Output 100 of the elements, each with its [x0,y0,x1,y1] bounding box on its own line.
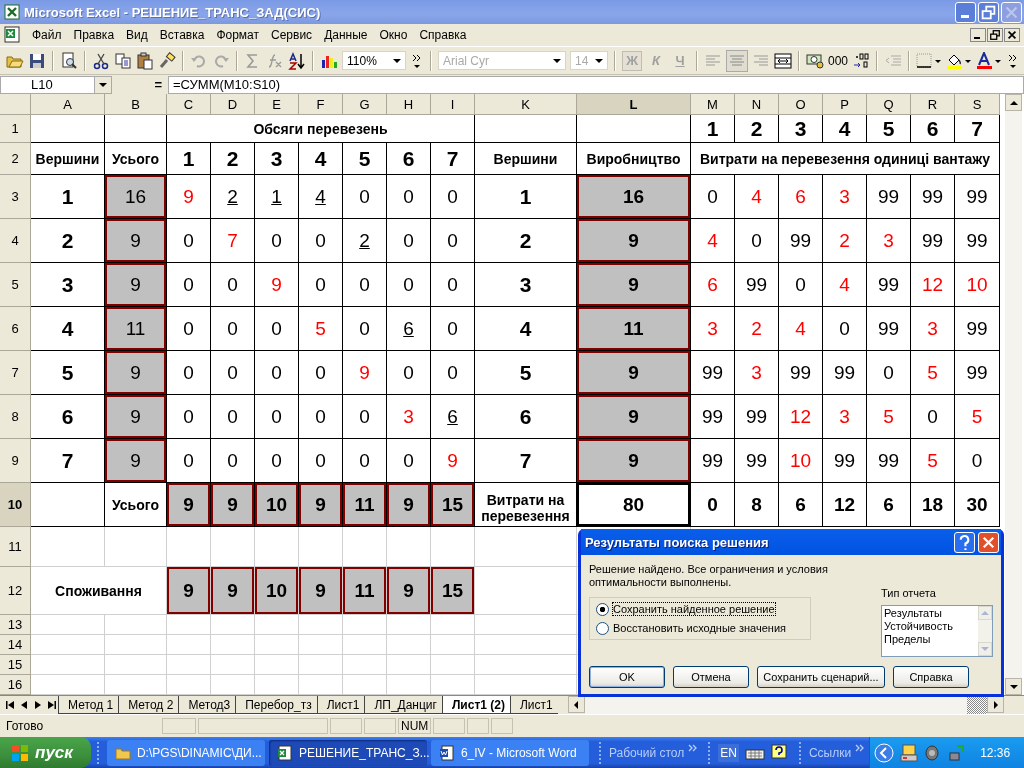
language-indicator[interactable]: EN [718,743,739,762]
sheet-tab[interactable]: Лист1 [316,696,365,714]
table-cell: 5 [867,395,911,439]
desktop-toolbar-label[interactable]: Рабочий стол [608,745,685,760]
list-item[interactable]: Пределы [884,633,976,646]
option-label[interactable]: Сохранить найденное решение [612,602,776,616]
table-cell: 4 [735,175,779,219]
row-header[interactable]: 3 [0,175,31,219]
column-header[interactable]: I [431,94,475,115]
table-cell: 0 [211,351,255,395]
sheet-tab[interactable]: Метод 2 [118,696,179,714]
table-cell: 18 [911,483,955,527]
clock: 12:36 [980,745,1011,760]
dialog-button[interactable]: OK [589,666,665,688]
sheet-tab[interactable]: Перебор_тз [235,696,317,714]
table-cell: 99 [867,439,911,483]
sheet-tab[interactable]: Метод3 [178,696,236,714]
total-cell: 16 [577,175,691,219]
column-header[interactable]: M [691,94,735,115]
menu-item[interactable]: Сервис [265,26,319,44]
menu-item[interactable]: Вставка [153,26,211,44]
start-button[interactable]: пуск [0,737,91,768]
column-header[interactable]: B [105,94,167,115]
table-cell: 3 [735,351,779,395]
dialog-button[interactable]: Справка [893,666,969,688]
row-header[interactable]: 5 [0,263,31,307]
column-header[interactable]: Q [867,94,911,115]
column-header[interactable]: C [167,94,211,115]
taskbar-button[interactable]: 6_IV - Microsoft Word [430,739,589,766]
sheet-tab[interactable]: Метод 1 [58,696,119,714]
index-cell: 5 [867,115,911,143]
taskbar-button[interactable]: РЕШЕНИЕ_ТРАНС_З... [268,739,427,766]
table-cell: 6 [691,263,735,307]
sheet-tab[interactable]: ЛП_Данциг [364,696,442,714]
menu-item[interactable]: Файл [26,26,68,44]
row-header[interactable]: 8 [0,395,31,439]
index-cell: 6 [387,143,431,175]
taskbar-button[interactable]: D:\PGS\DINAMIC\ДИ... [106,739,265,766]
list-item[interactable]: Устойчивость [884,620,976,633]
row-header[interactable]: 4 [0,219,31,263]
row-header[interactable]: 6 [0,307,31,351]
table-cell: 7 [211,219,255,263]
column-header[interactable]: N [735,94,779,115]
row-header[interactable]: 2 [0,143,31,175]
menu-item[interactable]: Справка [413,26,473,44]
column-header[interactable]: R [911,94,955,115]
table-cell: 6 [779,483,823,527]
table-cell: 4 [691,219,735,263]
row-header[interactable]: 9 [0,439,31,483]
column-header[interactable]: F [299,94,343,115]
total-cell: 9 [167,567,211,615]
index-cell: 3 [255,143,299,175]
row-header[interactable]: 1 [0,115,31,143]
total-cell: 16 [105,175,167,219]
total-cell: 9 [105,263,167,307]
row-header[interactable]: 16 [0,675,31,695]
formula-field[interactable]: =СУММ(M10:S10) [168,75,1024,94]
table-cell: 0 [255,351,299,395]
dialog-button[interactable]: Отмена [673,666,749,688]
column-header[interactable]: D [211,94,255,115]
menu-item[interactable]: Формат [210,26,266,44]
option-label[interactable]: Восстановить исходные значения [612,621,787,635]
row-header[interactable]: 12 [0,567,31,615]
row-header[interactable]: 14 [0,635,31,655]
menu-item[interactable]: Правка [67,26,121,44]
dialog-button[interactable]: Сохранить сценарий... [757,666,885,688]
menu-item[interactable]: Вид [120,26,154,44]
row-header[interactable]: 11 [0,527,31,567]
menu-item[interactable]: Данные [318,26,374,44]
sheet-tab[interactable]: Лист1 (2) [441,696,510,714]
row-header[interactable]: 7 [0,351,31,395]
sheet-tab[interactable]: Лист1 [510,696,558,714]
column-header[interactable]: K [475,94,577,115]
column-header[interactable]: A [31,94,105,115]
table-cell: 99 [735,263,779,307]
column-header[interactable]: O [779,94,823,115]
name-box[interactable]: L10 [0,75,112,94]
thousands-separator-button[interactable]: 000 [828,53,849,68]
table-cell: 0 [343,175,387,219]
column-header[interactable]: P [823,94,867,115]
column-header[interactable]: E [255,94,299,115]
total-cell: 9 [167,483,211,527]
links-toolbar-label[interactable]: Ссылки [808,745,852,760]
table-cell: 30 [955,483,1000,527]
table-cell: 3 [823,175,867,219]
row-header[interactable]: 13 [0,615,31,635]
menu-item[interactable]: Окно [373,26,414,44]
column-header[interactable]: L [577,94,691,115]
table-cell: 80 [577,483,691,527]
column-header[interactable]: G [343,94,387,115]
column-header[interactable]: H [387,94,431,115]
zoom-dropdown[interactable]: 110% [342,51,406,70]
row-header[interactable]: 10 [0,483,31,527]
table-cell: 0 [167,351,211,395]
total-cell: 9 [577,351,691,395]
list-item[interactable]: Результаты [884,607,976,620]
table-cell: 0 [387,175,431,219]
column-header[interactable]: S [955,94,1000,115]
table-cell: 12 [823,483,867,527]
row-header[interactable]: 15 [0,655,31,675]
